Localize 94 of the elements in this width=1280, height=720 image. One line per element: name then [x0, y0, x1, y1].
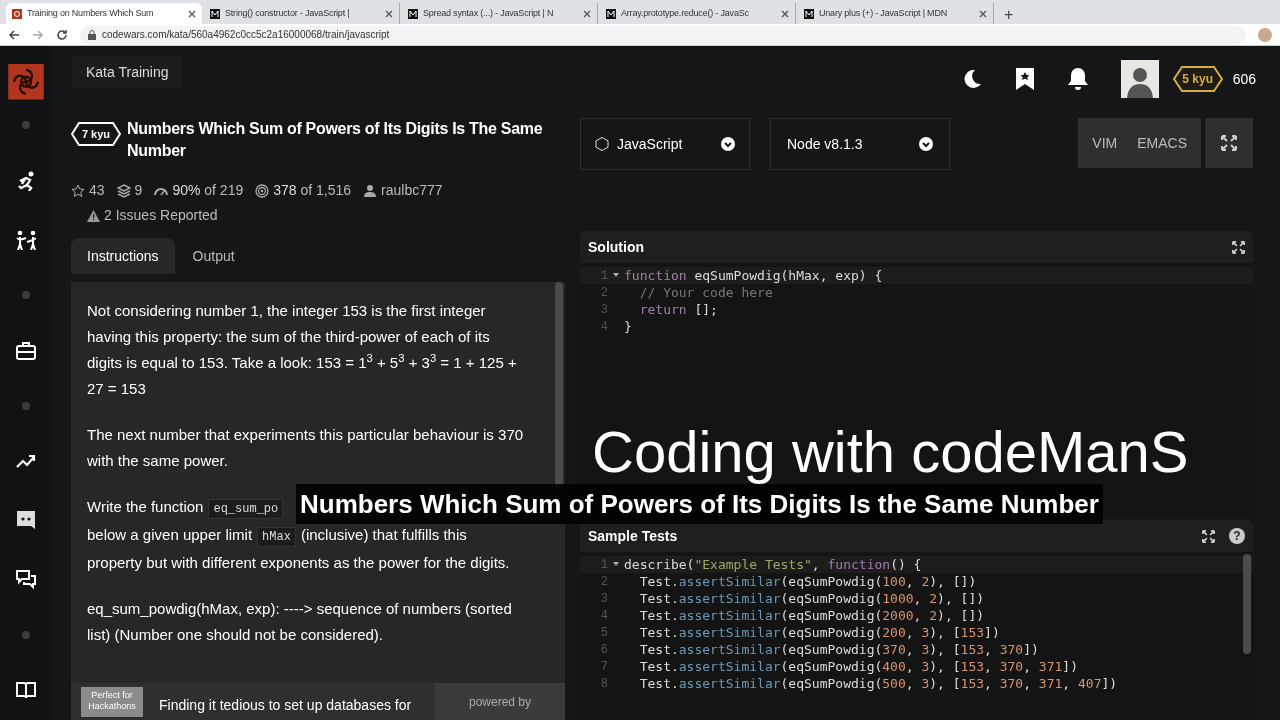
- line-number: 7: [599, 658, 609, 676]
- dot-icon: [21, 630, 31, 641]
- bookmark-icon[interactable]: [1014, 67, 1035, 91]
- paragraph: The next number that experiments this particular behaviour is 370 with the same power.: [87, 425, 525, 471]
- language-select[interactable]: JavaScript: [580, 118, 750, 170]
- channel-caption: Coding with codeManS: [592, 418, 1189, 486]
- ad-badge: Perfect for Hackathons: [81, 687, 143, 717]
- bell-icon[interactable]: [1066, 67, 1089, 91]
- reload-icon[interactable]: [56, 28, 68, 41]
- dot-icon: [21, 400, 31, 411]
- issues-link[interactable]: 2 Issues Reported: [104, 205, 218, 226]
- editor-mode-button[interactable]: VIM: [1088, 132, 1122, 154]
- version-select[interactable]: Node v8.1.3: [770, 118, 950, 170]
- logo-icon[interactable]: [8, 64, 44, 100]
- dot-icon: [21, 120, 31, 131]
- code-line: Test.assertSimilar(eqSumPowdig(400, 3), [153, 370, 371]): [638, 657, 1078, 676]
- favicon-icon: [408, 8, 418, 19]
- line-number: 5: [599, 624, 609, 642]
- line-number: 8: [599, 675, 609, 693]
- line-number: 4: [599, 318, 609, 336]
- panel-title: Solution: [588, 237, 645, 257]
- close-icon[interactable]: [385, 9, 393, 18]
- dot-icon: [21, 290, 31, 301]
- code-line: }: [623, 317, 632, 336]
- stat-value: 9: [134, 181, 143, 200]
- scrollbar[interactable]: [1243, 554, 1251, 654]
- close-icon[interactable]: [781, 9, 789, 18]
- code-line: Test.assertSimilar(eqSumPowdig(370, 3), [153, 370]): [638, 640, 1039, 659]
- layers-icon: [116, 183, 131, 198]
- favicon-icon: [210, 8, 220, 19]
- browser-tab[interactable]: Training on Numbers Which Sum: [6, 3, 202, 24]
- close-icon[interactable]: [583, 9, 591, 18]
- star-icon: [71, 183, 85, 198]
- panel-title: Sample Tests: [588, 526, 679, 546]
- chat-icon[interactable]: [16, 569, 36, 590]
- tab[interactable]: Output: [176, 238, 251, 274]
- line-number: 2: [599, 573, 609, 591]
- sparring-figures-icon[interactable]: [16, 229, 36, 250]
- address-bar[interactable]: codewars.com/kata/560a4962c0cc5c2a16000068/train/javascript: [80, 25, 1246, 44]
- stat-value: 378 of 1,516: [273, 181, 352, 200]
- line-number: 3: [599, 301, 609, 319]
- expand-icon[interactable]: [1202, 529, 1215, 543]
- expand-icon: [1221, 135, 1237, 151]
- code-line: Test.assertSimilar(eqSumPowdig(500, 3), [153, 370, 371, 407]): [638, 674, 1118, 693]
- new-tab-button[interactable]: +: [996, 3, 1022, 24]
- ad-text[interactable]: Finding it tedious to set up databases for: [159, 695, 412, 713]
- stat-value: 43: [89, 181, 105, 200]
- tab[interactable]: Instructions: [71, 238, 175, 274]
- line-number: 4: [599, 607, 609, 625]
- back-icon[interactable]: [8, 28, 20, 41]
- powered-by-text: powered by: [468, 694, 531, 709]
- code-line: // Your code here: [638, 283, 773, 302]
- stat-value: 90% of 219: [172, 181, 244, 200]
- briefcase-icon[interactable]: [16, 340, 36, 361]
- fullscreen-button[interactable]: [1205, 118, 1253, 168]
- editor-mode-button[interactable]: EMACS: [1133, 132, 1191, 154]
- honor-score: 606: [1232, 69, 1256, 89]
- close-icon[interactable]: [979, 9, 987, 18]
- rank-badge: 5 kyu: [1172, 66, 1223, 92]
- section-title: Kata Training: [86, 62, 169, 82]
- code-line: Test.assertSimilar(eqSumPowdig(200, 3), [153]): [638, 623, 1000, 642]
- favicon-icon: [606, 8, 616, 19]
- help-button[interactable]: ?: [1229, 528, 1245, 544]
- chevron-icon: [919, 137, 933, 151]
- favicon-icon: [12, 8, 22, 19]
- line-number: 3: [599, 590, 609, 608]
- avatar[interactable]: [1120, 60, 1159, 98]
- close-icon[interactable]: [188, 9, 196, 18]
- user-icon: [363, 183, 378, 198]
- book-icon[interactable]: [16, 680, 36, 701]
- chevron-icon: [721, 137, 735, 151]
- paragraph: eq_sum_powdig(hMax, exp): ----> sequence of numbers (sorted list) (Number one should not be considered).: [87, 599, 513, 645]
- expand-icon[interactable]: [1232, 240, 1245, 254]
- running-figure-icon[interactable]: [16, 170, 36, 191]
- target-icon: [255, 183, 270, 198]
- code-line: function eqSumPowdig(hMax, exp) {: [623, 266, 883, 285]
- rank-badge: 7 kyu: [71, 122, 121, 146]
- code-line: describe("Example Tests", function() {: [623, 555, 922, 574]
- kata-title: Numbers Which Sum of Powers of Its Digits Is The Same Number: [127, 119, 544, 161]
- line-number: 1: [580, 555, 622, 574]
- line-number: 6: [599, 641, 609, 659]
- code-line: Test.assertSimilar(eqSumPowdig(1000, 2), []): [638, 589, 985, 608]
- author-link[interactable]: raulbc777: [381, 180, 443, 201]
- title-caption: Numbers Which Sum of Powers of Its Digits Is the Same Number: [296, 484, 1103, 524]
- chat-bubble-icon[interactable]: [16, 510, 36, 531]
- favicon-icon: [804, 8, 814, 19]
- warning-icon: [87, 209, 100, 222]
- code-line: Test.assertSimilar(eqSumPowdig(2000, 2), []): [638, 606, 985, 625]
- code-line: return [];: [638, 300, 718, 319]
- line-number: 2: [599, 284, 609, 302]
- lock-icon: [88, 29, 96, 40]
- code-line: Test.assertSimilar(eqSumPowdig(100, 2), []): [638, 572, 977, 591]
- paragraph: Not considering number 1, the integer 153 is the first integer having this property: the sum of the third-power of each of its digits is equal to 153. Take a look: 153 = 1$^{3}$ + 5$^{3}$ + 3$^{3}$ = 1 + 125 + 27 = 153: [87, 301, 518, 399]
- line-number: 1: [580, 266, 622, 285]
